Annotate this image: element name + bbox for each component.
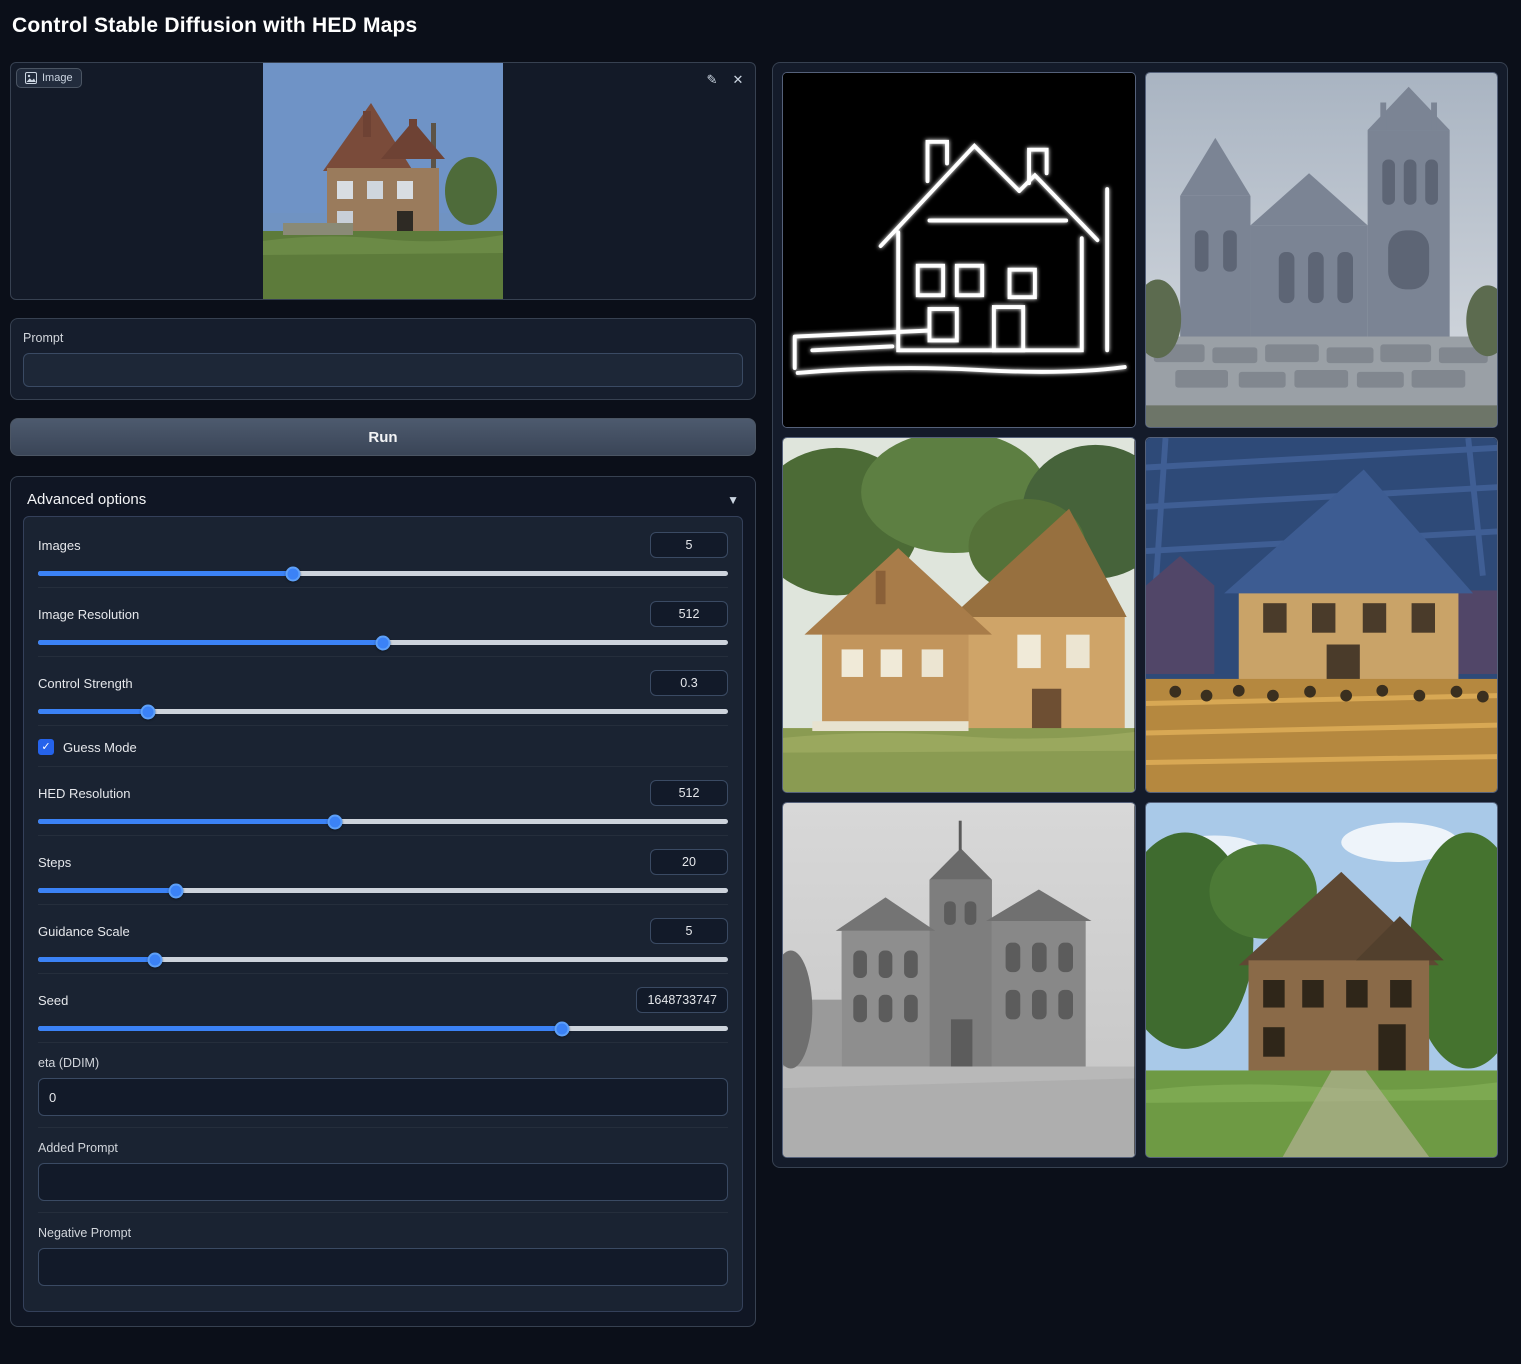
hed-edge-map-image: [783, 73, 1135, 427]
gallery-item-stylized-painting[interactable]: [1145, 437, 1499, 793]
slider-handle-control-strength[interactable]: [141, 704, 156, 719]
advanced-options-panel: Advanced options ▼ Images 5 Image Resolu…: [10, 476, 756, 1327]
image-icon: [25, 72, 37, 84]
slider-fill: [38, 640, 383, 645]
slider-row-seed: Seed 1648733747: [38, 973, 728, 1042]
image-label-text: Image: [42, 72, 73, 84]
slider-track-control-strength[interactable]: [38, 709, 728, 714]
negative-prompt-label: Negative Prompt: [38, 1226, 728, 1240]
image-component-label: Image: [16, 68, 82, 88]
prompt-input[interactable]: [23, 353, 743, 387]
slider-value-seed[interactable]: 1648733747: [636, 987, 728, 1013]
slider-handle-image-resolution[interactable]: [376, 635, 391, 650]
slider-row-hed-resolution: HED Resolution 512: [38, 766, 728, 835]
slider-label-seed: Seed: [38, 993, 68, 1008]
chevron-down-icon[interactable]: ▼: [727, 493, 739, 507]
added-prompt-row: Added Prompt: [38, 1127, 728, 1212]
slider-row-images: Images 5: [38, 519, 728, 587]
slider-row-image-resolution: Image Resolution 512: [38, 587, 728, 656]
slider-track-images[interactable]: [38, 571, 728, 576]
prompt-panel: Prompt: [10, 318, 756, 400]
eta-row: eta (DDIM) 0: [38, 1042, 728, 1127]
gallery-item-house-lawn[interactable]: [1145, 802, 1499, 1158]
grayscale-building-image: [783, 803, 1135, 1157]
guess-mode-row[interactable]: ✓ Guess Mode: [38, 725, 728, 766]
advanced-options-title: Advanced options: [27, 491, 146, 508]
eta-input[interactable]: 0: [38, 1078, 728, 1116]
slider-track-seed[interactable]: [38, 1026, 728, 1031]
edit-icon[interactable]: ✎: [701, 69, 723, 91]
slider-fill: [38, 819, 335, 824]
run-button[interactable]: Run: [10, 418, 756, 456]
slider-row-control-strength: Control Strength 0.3: [38, 656, 728, 725]
painted-house-image: [783, 438, 1135, 792]
gallery-item-grayscale-building[interactable]: [782, 802, 1136, 1158]
close-icon[interactable]: ✕: [727, 69, 749, 91]
added-prompt-label: Added Prompt: [38, 1141, 728, 1155]
check-icon: ✓: [41, 742, 50, 753]
gallery-item-painted-house[interactable]: [782, 437, 1136, 793]
guess-mode-checkbox[interactable]: ✓: [38, 739, 54, 755]
slider-handle-hed-resolution[interactable]: [327, 814, 342, 829]
prompt-label: Prompt: [23, 331, 743, 345]
slider-value-steps[interactable]: 20: [650, 849, 728, 875]
slider-fill: [38, 957, 155, 962]
slider-handle-images[interactable]: [286, 566, 301, 581]
slider-fill: [38, 888, 176, 893]
added-prompt-input[interactable]: [38, 1163, 728, 1201]
slider-handle-steps[interactable]: [169, 883, 184, 898]
page-title: Control Stable Diffusion with HED Maps: [12, 14, 417, 38]
advanced-options-header[interactable]: Advanced options ▼: [23, 489, 743, 516]
slider-fill: [38, 1026, 562, 1031]
slider-row-steps: Steps 20: [38, 835, 728, 904]
controls-column: Image ✎ ✕ Prompt: [10, 62, 756, 1327]
slider-fill: [38, 571, 293, 576]
negative-prompt-input[interactable]: [38, 1248, 728, 1286]
cathedral-image: [1146, 73, 1498, 427]
slider-handle-guidance-scale[interactable]: [148, 952, 163, 967]
slider-value-images[interactable]: 5: [650, 532, 728, 558]
slider-fill: [38, 709, 148, 714]
slider-track-image-resolution[interactable]: [38, 640, 728, 645]
slider-handle-seed[interactable]: [555, 1021, 570, 1036]
stylized-painting-image: [1146, 438, 1498, 792]
slider-value-guidance-scale[interactable]: 5: [650, 918, 728, 944]
uploaded-house-photo[interactable]: [263, 63, 503, 300]
slider-label-images: Images: [38, 538, 81, 553]
slider-label-image-resolution: Image Resolution: [38, 607, 139, 622]
gallery-item-cathedral[interactable]: [1145, 72, 1499, 428]
negative-prompt-row: Negative Prompt: [38, 1212, 728, 1297]
slider-value-hed-resolution[interactable]: 512: [650, 780, 728, 806]
slider-row-guidance-scale: Guidance Scale 5: [38, 904, 728, 973]
advanced-options-body: Images 5 Image Resolution 512: [23, 516, 743, 1312]
slider-label-guidance-scale: Guidance Scale: [38, 924, 130, 939]
guess-mode-label: Guess Mode: [63, 740, 137, 755]
slider-label-control-strength: Control Strength: [38, 676, 133, 691]
slider-value-control-strength[interactable]: 0.3: [650, 670, 728, 696]
slider-track-guidance-scale[interactable]: [38, 957, 728, 962]
image-toolbar: ✎ ✕: [701, 69, 749, 91]
image-upload-area[interactable]: Image ✎ ✕: [10, 62, 756, 300]
house-lawn-image: [1146, 803, 1498, 1157]
slider-track-steps[interactable]: [38, 888, 728, 893]
slider-track-hed-resolution[interactable]: [38, 819, 728, 824]
result-gallery: [772, 62, 1508, 1168]
gallery-item-hed-edge-map[interactable]: [782, 72, 1136, 428]
slider-label-steps: Steps: [38, 855, 71, 870]
eta-label: eta (DDIM): [38, 1056, 728, 1070]
slider-label-hed-resolution: HED Resolution: [38, 786, 131, 801]
slider-value-image-resolution[interactable]: 512: [650, 601, 728, 627]
